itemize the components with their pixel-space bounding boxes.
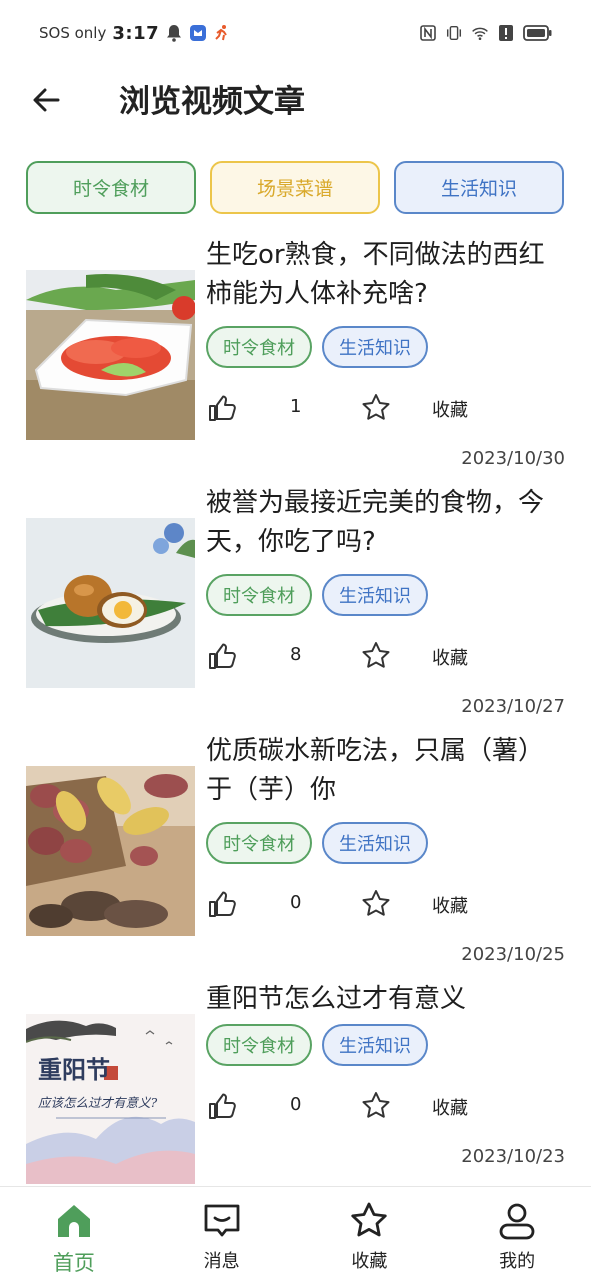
category-seasonal-ingredients[interactable]: 时令食材: [26, 161, 196, 214]
article-item[interactable]: 重阳节 应该怎么过才有意义? 重阳节怎么过才有意义 时令食材 生活知识 0 收藏…: [0, 974, 591, 1222]
tag-seasonal-ingredients[interactable]: 时令食材: [206, 1024, 312, 1066]
poster-subtitle: 应该怎么过才有意义?: [38, 1095, 158, 1110]
page-title: 浏览视频文章: [119, 84, 305, 120]
carrier-text: SOS only: [39, 24, 107, 42]
clock-time: 3:17: [112, 22, 160, 44]
article-tags: 时令食材 生活知识: [206, 1024, 428, 1066]
wifi-icon: [471, 24, 489, 42]
thumbs-up-icon[interactable]: [206, 1090, 238, 1122]
article-title: 重阳节怎么过才有意义: [206, 984, 467, 1014]
nav-favorites-label: 收藏: [351, 1251, 388, 1272]
favorite-label[interactable]: 收藏: [432, 644, 468, 670]
nav-messages-label: 消息: [203, 1251, 240, 1272]
tag-life-knowledge[interactable]: 生活知识: [322, 822, 428, 864]
article-list: 生吃or熟食，不同做法的西红柿能为人体补充啥? 时令食材 生活知识 1 收藏 2…: [0, 230, 591, 1222]
tag-seasonal-ingredients[interactable]: 时令食材: [206, 326, 312, 368]
thumbs-up-icon[interactable]: [206, 888, 238, 920]
like-count: 0: [290, 1094, 302, 1115]
nav-messages[interactable]: 消息: [148, 1187, 296, 1280]
tag-seasonal-ingredients[interactable]: 时令食材: [206, 822, 312, 864]
article-thumbnail-eggs: [26, 518, 195, 688]
article-tags: 时令食材 生活知识: [206, 822, 428, 864]
battery-icon: [523, 24, 553, 42]
like-count: 0: [290, 892, 302, 913]
article-actions: 0 收藏: [206, 1088, 566, 1124]
star-icon[interactable]: [360, 888, 392, 920]
nav-favorites[interactable]: 收藏: [296, 1187, 444, 1280]
article-actions: 8 收藏: [206, 638, 566, 674]
star-icon: [347, 1199, 391, 1243]
tag-life-knowledge[interactable]: 生活知识: [322, 326, 428, 368]
bottom-nav: 首页 消息 收藏 我的: [0, 1186, 591, 1280]
alert-icon: [497, 24, 515, 42]
category-life-knowledge[interactable]: 生活知识: [394, 161, 564, 214]
nav-profile-label: 我的: [499, 1251, 536, 1272]
article-title: 被誉为最接近完美的食物，今天，你吃了吗?: [206, 488, 545, 557]
favorite-label[interactable]: 收藏: [432, 892, 468, 918]
status-left: SOS only 3:17: [39, 20, 231, 46]
back-button[interactable]: [26, 82, 66, 122]
thumbs-up-icon[interactable]: [206, 640, 238, 672]
nfc-icon: [419, 24, 437, 42]
article-actions: 1 收藏: [206, 390, 566, 426]
article-date: 2023/10/27: [461, 696, 565, 717]
nav-home[interactable]: 首页: [0, 1187, 148, 1280]
tag-life-knowledge[interactable]: 生活知识: [322, 1024, 428, 1066]
app-bar: 浏览视频文章: [0, 66, 591, 142]
status-right: [419, 20, 553, 46]
vibrate-icon: [445, 24, 463, 42]
article-thumbnail-potatoes: [26, 766, 195, 936]
category-scene-recipes[interactable]: 场景菜谱: [210, 161, 380, 214]
person-icon: [495, 1199, 539, 1243]
favorite-label[interactable]: 收藏: [432, 1094, 468, 1120]
article-thumbnail-chongyang: 重阳节 应该怎么过才有意义?: [26, 1014, 195, 1184]
message-icon: [200, 1199, 244, 1243]
star-icon[interactable]: [360, 640, 392, 672]
star-icon[interactable]: [360, 1090, 392, 1122]
article-title: 生吃or熟食，不同做法的西红柿能为人体补充啥?: [206, 240, 545, 309]
home-icon: [52, 1199, 96, 1243]
arrow-left-icon: [31, 85, 61, 119]
article-tags: 时令食材 生活知识: [206, 574, 428, 616]
favorite-label[interactable]: 收藏: [432, 396, 468, 422]
article-date: 2023/10/23: [461, 1146, 565, 1167]
article-item[interactable]: 优质碳水新吃法，只属（薯）于（芋）你 时令食材 生活知识 0 收藏 2023/1…: [0, 726, 591, 974]
article-date: 2023/10/25: [461, 944, 565, 965]
like-count: 1: [290, 396, 302, 417]
tag-life-knowledge[interactable]: 生活知识: [322, 574, 428, 616]
bell-icon: [165, 24, 183, 42]
article-actions: 0 收藏: [206, 886, 566, 922]
thumbs-up-icon[interactable]: [206, 392, 238, 424]
article-tags: 时令食材 生活知识: [206, 326, 428, 368]
star-icon[interactable]: [360, 392, 392, 424]
app-notification-icon: [189, 24, 207, 42]
nav-profile[interactable]: 我的: [443, 1187, 591, 1280]
tag-seasonal-ingredients[interactable]: 时令食材: [206, 574, 312, 616]
running-icon: [213, 24, 231, 42]
category-bar: 时令食材 场景菜谱 生活知识: [26, 161, 565, 214]
article-item[interactable]: 生吃or熟食，不同做法的西红柿能为人体补充啥? 时令食材 生活知识 1 收藏 2…: [0, 230, 591, 478]
article-item[interactable]: 被誉为最接近完美的食物，今天，你吃了吗? 时令食材 生活知识 8 收藏 2023…: [0, 478, 591, 726]
article-title: 优质碳水新吃法，只属（薯）于（芋）你: [206, 736, 545, 805]
nav-home-label: 首页: [52, 1251, 95, 1275]
status-bar: SOS only 3:17: [0, 0, 591, 66]
article-thumbnail-tomato: [26, 270, 195, 440]
article-date: 2023/10/30: [461, 448, 565, 469]
poster-title: 重阳节: [38, 1055, 110, 1084]
like-count: 8: [290, 644, 302, 665]
